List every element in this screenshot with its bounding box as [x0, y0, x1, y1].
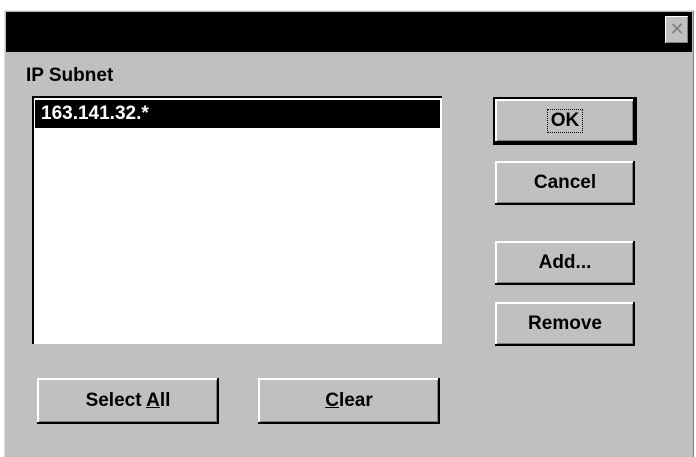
- close-icon: ✕: [669, 19, 685, 40]
- ok-button-label: OK: [546, 109, 584, 133]
- select-all-label: Select All: [85, 390, 171, 411]
- ip-subnet-label: IP Subnet: [26, 65, 114, 86]
- select-all-button[interactable]: Select All: [37, 378, 219, 424]
- clear-label: Clear: [325, 390, 373, 411]
- cancel-button[interactable]: Cancel: [495, 161, 635, 205]
- list-item[interactable]: 163.141.32.*: [35, 100, 440, 128]
- title-bar[interactable]: ✕: [6, 12, 692, 52]
- add-button[interactable]: Add...: [495, 241, 635, 285]
- cancel-button-label: Cancel: [533, 172, 597, 193]
- clear-button[interactable]: Clear: [258, 378, 440, 424]
- remove-button-label: Remove: [528, 313, 602, 334]
- remove-button[interactable]: Remove: [495, 302, 635, 346]
- add-button-label: Add...: [538, 252, 592, 273]
- close-button[interactable]: ✕: [665, 16, 689, 44]
- ip-subnet-listbox[interactable]: 163.141.32.*: [32, 96, 444, 346]
- ok-button[interactable]: OK: [493, 97, 637, 145]
